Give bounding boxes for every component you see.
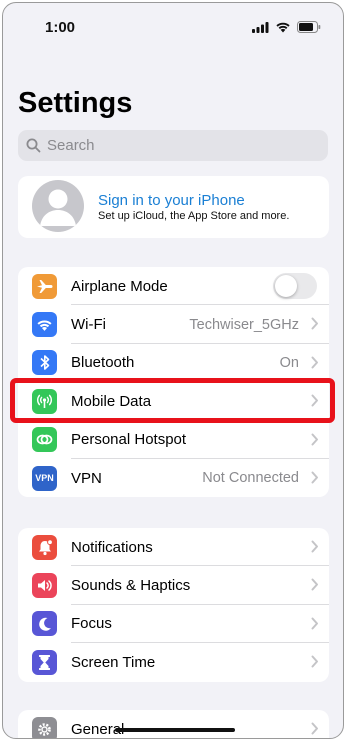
row-personal-hotspot[interactable]: Personal Hotspot (18, 421, 329, 459)
moon-icon (32, 611, 57, 637)
vpn-label: VPN (71, 469, 102, 487)
speaker-icon (32, 573, 57, 599)
status-icons (252, 20, 321, 38)
airplane-mode-toggle[interactable] (273, 273, 317, 300)
row-notifications[interactable]: Notifications (18, 528, 329, 567)
wifi-value: Techwiser_5GHz (189, 316, 299, 333)
row-sounds-haptics[interactable]: Sounds & Haptics (18, 566, 329, 605)
row-vpn[interactable]: VPN VPN Not Connected (18, 459, 329, 497)
wifi-icon (32, 312, 57, 338)
chevron-right-icon (311, 356, 318, 369)
avatar (32, 180, 84, 232)
chevron-right-icon (311, 540, 318, 553)
personal-hotspot-label: Personal Hotspot (71, 431, 187, 449)
toggle-knob (275, 275, 297, 298)
row-wifi[interactable]: Wi-Fi Techwiser_5GHz (18, 305, 329, 344)
row-screen-time[interactable]: Screen Time (18, 643, 329, 681)
status-time: 1:00 (45, 19, 76, 36)
notifications-group: Notifications Sounds & Haptics Focus Scr… (18, 528, 329, 682)
sign-in-subtitle: Set up iCloud, the App Store and more. (98, 210, 290, 222)
hourglass-icon (32, 649, 57, 675)
chevron-right-icon (311, 433, 318, 446)
search-placeholder: Search (47, 137, 95, 154)
bluetooth-value: On (279, 354, 299, 371)
row-airplane-mode[interactable]: Airplane Mode (18, 267, 329, 306)
row-focus[interactable]: Focus (18, 605, 329, 644)
phone-screen: 1:00 Settings Search Sign in to your iPh… (2, 2, 344, 739)
profile-card[interactable]: Sign in to your iPhone Set up iCloud, th… (18, 176, 329, 238)
row-general[interactable]: General (18, 710, 329, 738)
search-icon (26, 138, 41, 153)
wifi-label: Wi-Fi (71, 316, 106, 334)
cellular-signal-icon (252, 20, 269, 38)
chevron-right-icon (311, 471, 318, 484)
vpn-value: Not Connected (202, 470, 299, 487)
bluetooth-icon (32, 350, 57, 376)
general-group: General (18, 710, 329, 738)
chevron-right-icon (311, 317, 318, 330)
row-bluetooth[interactable]: Bluetooth On (18, 344, 329, 383)
screen-time-label: Screen Time (71, 653, 156, 671)
bell-icon (32, 534, 57, 560)
hotspot-icon (32, 427, 57, 453)
notifications-label: Notifications (71, 538, 153, 556)
home-indicator[interactable] (115, 728, 235, 732)
battery-icon (297, 20, 321, 38)
search-field[interactable]: Search (18, 130, 328, 161)
mobile-data-highlight (10, 378, 335, 423)
bluetooth-label: Bluetooth (71, 354, 135, 372)
wifi-status-icon (275, 20, 291, 38)
vpn-icon: VPN (32, 465, 57, 491)
airplane-mode-label: Airplane Mode (71, 277, 168, 295)
status-bar: 1:00 (3, 3, 343, 53)
sounds-haptics-label: Sounds & Haptics (71, 577, 191, 595)
page-title: Settings (18, 87, 133, 119)
gear-icon (32, 716, 57, 738)
sign-in-link[interactable]: Sign in to your iPhone (98, 192, 245, 209)
chevron-right-icon (311, 722, 318, 735)
airplane-icon (32, 273, 57, 299)
chevron-right-icon (311, 617, 318, 630)
focus-label: Focus (71, 615, 112, 633)
chevron-right-icon (311, 655, 318, 668)
chevron-right-icon (311, 578, 318, 591)
